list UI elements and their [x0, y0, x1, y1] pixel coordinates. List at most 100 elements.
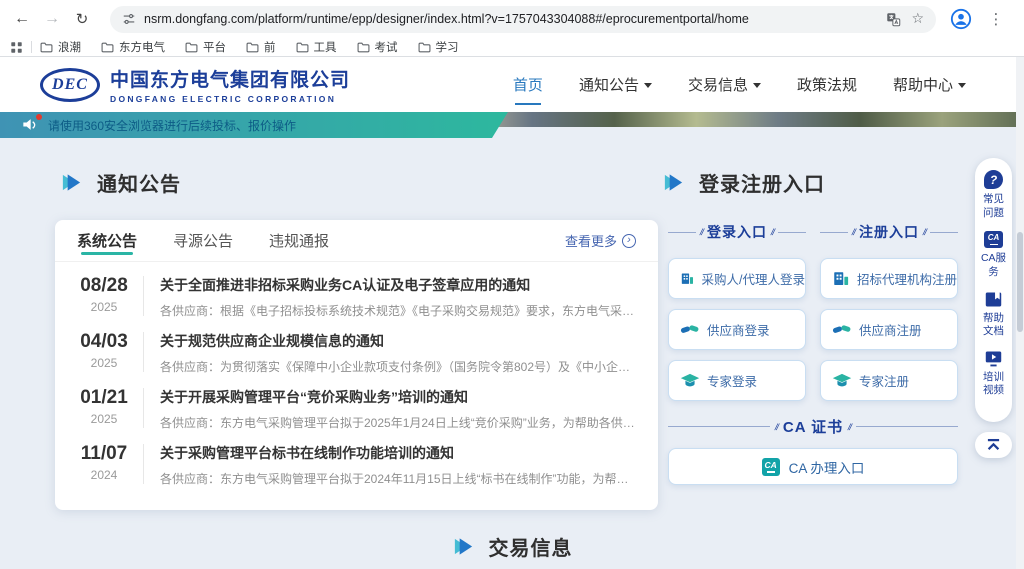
notice-desc: 各供应商：东方电气采购管理平台拟于2024年11月15日上线“标书在线制作”功能…	[160, 470, 636, 487]
caret-down-icon	[958, 83, 966, 88]
notices-tabs: 系统公告 寻源公告 违规通报 查看更多	[55, 220, 658, 262]
expert-login-button[interactable]: 专家登录	[668, 360, 806, 401]
profile-avatar-icon[interactable]	[950, 8, 972, 30]
scrollbar-thumb[interactable]	[1017, 232, 1023, 332]
browser-menu-icon[interactable]	[984, 7, 1008, 31]
float-label: 培训视频	[981, 371, 1007, 398]
apps-grid-icon[interactable]	[10, 41, 23, 54]
announcement-ribbon: 请使用360安全浏览器进行后续投标、报价操作	[0, 112, 508, 138]
bookmark-folder[interactable]: 学习	[418, 39, 459, 55]
ca-button-label: CA 办理入口	[789, 457, 865, 477]
back-to-top-icon	[985, 438, 1002, 452]
tab-sourcing-notices[interactable]: 寻源公告	[173, 220, 233, 261]
notice-date: 04/032025	[73, 329, 135, 380]
translate-icon[interactable]	[886, 12, 901, 27]
training-video-icon	[984, 350, 1003, 367]
folder-icon	[101, 42, 114, 53]
notice-title: 关于采购管理平台标书在线制作功能培训的通知	[160, 443, 636, 463]
notice-date: 08/282025	[73, 273, 135, 324]
tab-violation-reports[interactable]: 违规通报	[269, 220, 329, 261]
bookmark-folder[interactable]: 东方电气	[101, 39, 165, 55]
bookmark-folder[interactable]: 浪潮	[40, 39, 81, 55]
organization-icon	[832, 270, 850, 288]
nav-item-notices[interactable]: 通知公告	[579, 68, 652, 101]
divider	[143, 332, 144, 372]
notice-item[interactable]: 01/212025 关于开展采购管理平台“竞价采购业务”培训的通知 各供应商：东…	[55, 380, 658, 436]
notice-desc: 各供应商：为贯彻落实《保障中小企业款项支付条例》（国务院令第802号）及《中小企…	[160, 358, 636, 375]
expert-register-button[interactable]: 专家注册	[820, 360, 958, 401]
address-bar[interactable]: nsrm.dongfang.com/platform/runtime/epp/d…	[110, 6, 936, 33]
site-header: DEC 中国东方电气集团有限公司 DONGFANG ELECTRIC CORPO…	[0, 57, 1024, 112]
ca-service-button[interactable]: CA服务	[981, 231, 1007, 279]
nav-item-policies[interactable]: 政策法规	[797, 68, 857, 101]
login-panel: //登录入口// //注册入口// 采购人/代理人登录 招标代理机构注册 供应商…	[668, 222, 958, 485]
notice-item[interactable]: 11/072024 关于采购管理平台标书在线制作功能培训的通知 各供应商：东方电…	[55, 436, 658, 492]
folder-icon	[418, 42, 431, 53]
company-logo[interactable]: DEC 中国东方电气集团有限公司 DONGFANG ELECTRIC CORPO…	[40, 65, 350, 104]
announcement-text: 请使用360安全浏览器进行后续投标、报价操作	[48, 117, 296, 134]
bookmark-folder[interactable]: 工具	[296, 39, 337, 55]
notice-desc: 各供应商：根据《电子招标投标系统技术规范》《电子采购交易规范》要求，东方电气采购…	[160, 302, 636, 319]
bidding-agency-register-button[interactable]: 招标代理机构注册	[820, 258, 958, 299]
folder-icon	[296, 42, 309, 53]
back-to-top-button[interactable]	[975, 432, 1012, 458]
trade-section-header: 交易信息	[0, 532, 1024, 561]
notice-title: 关于全面推进非招标采购业务CA认证及电子签章应用的通知	[160, 275, 636, 295]
section-arrow-icon	[662, 171, 685, 194]
speaker-icon	[22, 117, 38, 132]
bookmark-label: 考试	[375, 39, 398, 55]
supplier-register-button[interactable]: 供应商注册	[820, 309, 958, 350]
notification-dot	[36, 114, 42, 120]
company-name-en: DONGFANG ELECTRIC CORPORATION	[110, 94, 350, 104]
faq-button[interactable]: 常见问题	[981, 170, 1007, 220]
notice-title: 关于规范供应商企业规模信息的通知	[160, 331, 636, 351]
site-settings-icon[interactable]	[122, 12, 136, 26]
browser-reload-icon[interactable]	[70, 7, 94, 31]
nav-item-help-center[interactable]: 帮助中心	[893, 68, 966, 101]
tab-system-notices[interactable]: 系统公告	[77, 220, 137, 261]
notice-item[interactable]: 08/282025 关于全面推进非招标采购业务CA认证及电子签章应用的通知 各供…	[55, 268, 658, 324]
notice-desc: 各供应商：东方电气采购管理平台拟于2025年1月24日上线“竞价采购”业务，为帮…	[160, 414, 636, 431]
divider	[143, 388, 144, 428]
folder-icon	[246, 42, 259, 53]
browser-back-icon[interactable]	[10, 7, 34, 31]
nav-label: 交易信息	[688, 74, 748, 95]
bookmark-folder[interactable]: 平台	[185, 39, 226, 55]
main-nav: 首页 通知公告 交易信息 政策法规 帮助中心	[513, 68, 966, 101]
section-title: 通知公告	[97, 168, 181, 197]
bookmark-folder[interactable]: 考试	[357, 39, 398, 55]
dec-logo-icon: DEC	[40, 68, 100, 102]
bookmark-label: 学习	[436, 39, 459, 55]
divider	[31, 41, 32, 53]
entry-label: 供应商注册	[859, 320, 922, 339]
graduation-cap-icon	[680, 373, 700, 389]
caret-down-icon	[753, 83, 761, 88]
notice-item[interactable]: 04/032025 关于规范供应商企业规模信息的通知 各供应商：为贯彻落实《保障…	[55, 324, 658, 380]
bookmark-folder[interactable]: 前	[246, 39, 276, 55]
browser-forward-icon[interactable]	[40, 7, 64, 31]
graduation-cap-icon	[832, 373, 852, 389]
nav-label: 帮助中心	[893, 74, 953, 95]
notices-card: 系统公告 寻源公告 违规通报 查看更多 08/282025 关于全面推进非招标采…	[55, 220, 658, 510]
company-name-cn: 中国东方电气集团有限公司	[110, 65, 350, 92]
supplier-login-button[interactable]: 供应商登录	[668, 309, 806, 350]
float-label: 帮助文档	[981, 312, 1007, 339]
nav-label: 通知公告	[579, 74, 639, 95]
organization-icon	[680, 270, 695, 288]
entry-label: 招标代理机构注册	[857, 269, 957, 288]
bookmark-label: 东方电气	[119, 39, 165, 55]
url-text[interactable]: nsrm.dongfang.com/platform/runtime/epp/d…	[144, 12, 878, 26]
view-more-link[interactable]: 查看更多	[565, 231, 636, 250]
entry-label: 采购人/代理人登录	[702, 269, 805, 288]
ca-badge-icon	[762, 458, 780, 476]
nav-item-trade-info[interactable]: 交易信息	[688, 68, 761, 101]
help-docs-button[interactable]: 帮助文档	[981, 291, 1007, 339]
bookmark-star-icon[interactable]	[911, 10, 924, 28]
purchaser-login-button[interactable]: 采购人/代理人登录	[668, 258, 806, 299]
handshake-icon	[832, 322, 852, 337]
ca-apply-button[interactable]: CA 办理入口	[668, 448, 958, 485]
handshake-icon	[680, 322, 700, 337]
training-videos-button[interactable]: 培训视频	[981, 350, 1007, 398]
caret-down-icon	[644, 83, 652, 88]
nav-item-home[interactable]: 首页	[513, 68, 543, 101]
